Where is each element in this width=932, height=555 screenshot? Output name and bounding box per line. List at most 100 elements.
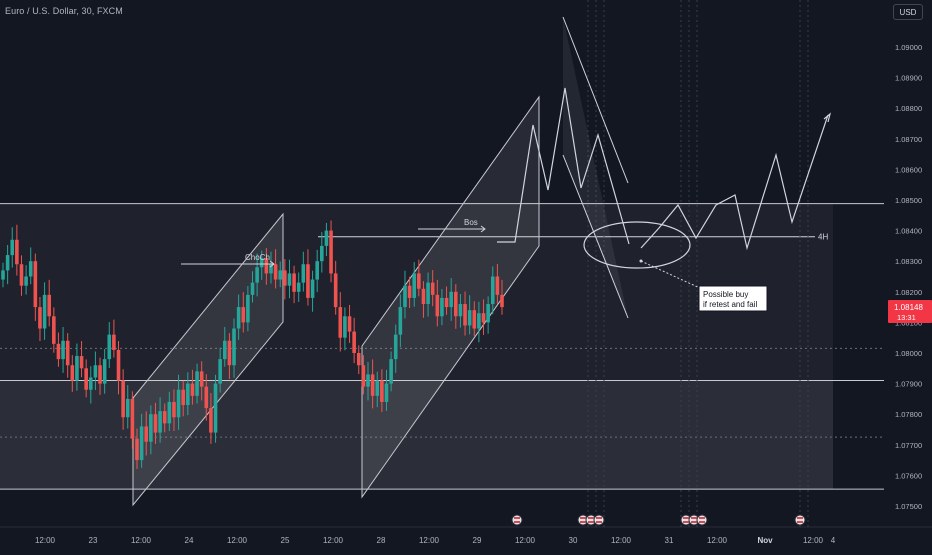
candle-body xyxy=(407,285,412,298)
candle-body xyxy=(232,328,236,366)
candle-body xyxy=(65,340,70,366)
price-chart[interactable]: 4H ChoCh Bos Possible buyif retest and fail… xyxy=(0,0,932,550)
candle-body xyxy=(296,282,301,292)
candle-body xyxy=(421,288,426,305)
candle-body xyxy=(149,414,153,442)
time-tick-label: 23 xyxy=(89,536,98,545)
time-tick-label: 12:00 xyxy=(419,536,440,545)
candle-body xyxy=(181,389,185,406)
candle-body xyxy=(98,365,102,384)
time-tick-label: 12:00 xyxy=(803,536,824,545)
candle-body xyxy=(190,383,195,396)
candle-body xyxy=(1,270,5,280)
chart-area[interactable]: 4H ChoCh Bos Possible buy if retest and fail… xyxy=(0,0,932,550)
candle-body xyxy=(273,264,278,280)
price-tick-label: 1.07900 xyxy=(895,380,922,389)
candle-body xyxy=(287,273,292,286)
time-tick-label: 12:00 xyxy=(611,536,632,545)
candle-body xyxy=(107,334,112,360)
candle-body xyxy=(84,368,88,390)
candle-body xyxy=(176,389,181,418)
candle-body xyxy=(139,426,144,461)
candle-body xyxy=(490,276,495,305)
candle-body xyxy=(10,239,15,256)
time-tick-label: 25 xyxy=(281,536,290,545)
price-tick-label: 1.08400 xyxy=(895,227,922,236)
candle-body xyxy=(495,276,500,295)
time-tick-label: 4 xyxy=(831,536,836,545)
candle-body xyxy=(199,371,204,387)
candle-body xyxy=(315,261,319,280)
candle-body xyxy=(356,353,361,366)
callout-line-1: Possible buy xyxy=(703,290,748,299)
currency-button[interactable]: USD xyxy=(893,4,923,20)
price-tick-label: 1.07600 xyxy=(895,471,922,480)
event-flag-stripe xyxy=(699,517,705,519)
candle-body xyxy=(93,365,98,378)
candle-body xyxy=(361,365,366,387)
time-tick-label: 28 xyxy=(377,536,386,545)
candle-body xyxy=(403,285,407,308)
candle-body xyxy=(347,316,352,332)
candle-body xyxy=(292,273,296,292)
price-tick-label: 1.08900 xyxy=(895,74,922,83)
candle-body xyxy=(449,291,453,308)
event-flag-stripe xyxy=(699,521,705,523)
candle-body xyxy=(333,273,338,308)
candle-body xyxy=(250,282,255,295)
candle-body xyxy=(130,398,135,439)
candle-body xyxy=(389,359,393,384)
event-flag-stripe xyxy=(588,517,594,519)
candle-body xyxy=(366,374,370,387)
candle-body xyxy=(195,371,199,396)
candle-body xyxy=(398,307,403,335)
candle-body xyxy=(56,343,61,360)
event-flag-stripe xyxy=(683,517,689,519)
candle-body xyxy=(306,264,310,298)
event-flag-stripe xyxy=(514,517,520,519)
candle-body xyxy=(24,276,28,286)
candle-body xyxy=(79,356,84,369)
event-flag-stripe xyxy=(596,521,602,523)
candle-body xyxy=(167,401,172,424)
candle-body xyxy=(481,313,486,323)
symbol-title: Euro / U.S. Dollar, 30, FXCM xyxy=(5,6,123,16)
time-tick-label: 30 xyxy=(569,536,578,545)
candle-body xyxy=(135,438,139,461)
candle-body xyxy=(204,386,209,409)
countdown-label: 13:31 xyxy=(897,313,916,322)
candle-body xyxy=(121,380,125,418)
time-tick-label: 29 xyxy=(473,536,482,545)
time-tick-label: 31 xyxy=(665,536,674,545)
candle-body xyxy=(310,279,315,298)
event-marker-icon xyxy=(593,514,605,526)
candle-body xyxy=(61,340,65,360)
price-tick-label: 1.08000 xyxy=(895,349,922,358)
candle-body xyxy=(477,313,481,329)
callout-anchor xyxy=(639,259,643,263)
candle-body xyxy=(5,255,10,271)
candle-body xyxy=(70,365,75,381)
event-flag-stripe xyxy=(797,517,803,519)
candle-body xyxy=(430,282,435,295)
candle-body xyxy=(463,304,467,326)
price-tick-label: 1.08500 xyxy=(895,196,922,205)
candle-body xyxy=(172,401,176,418)
candle-body xyxy=(28,261,33,277)
event-flag-stripe xyxy=(588,521,594,523)
price-tick-label: 1.07500 xyxy=(895,502,922,511)
price-tick-label: 1.08300 xyxy=(895,257,922,266)
time-tick-label: 12:00 xyxy=(227,536,248,545)
candle-body xyxy=(352,331,356,353)
price-tick-label: 1.08200 xyxy=(895,288,922,297)
candle-body xyxy=(338,307,343,338)
candle-body xyxy=(444,297,449,308)
choch-label: ChoCh xyxy=(245,253,270,262)
time-tick-label: 24 xyxy=(185,536,194,545)
candle-body xyxy=(246,294,250,323)
candle-body xyxy=(213,383,218,433)
callout-line-2: if retest and fail xyxy=(703,300,757,309)
candle-body xyxy=(38,307,42,329)
level-4h-label: 4H xyxy=(818,233,828,242)
price-tick-label: 1.08700 xyxy=(895,135,922,144)
